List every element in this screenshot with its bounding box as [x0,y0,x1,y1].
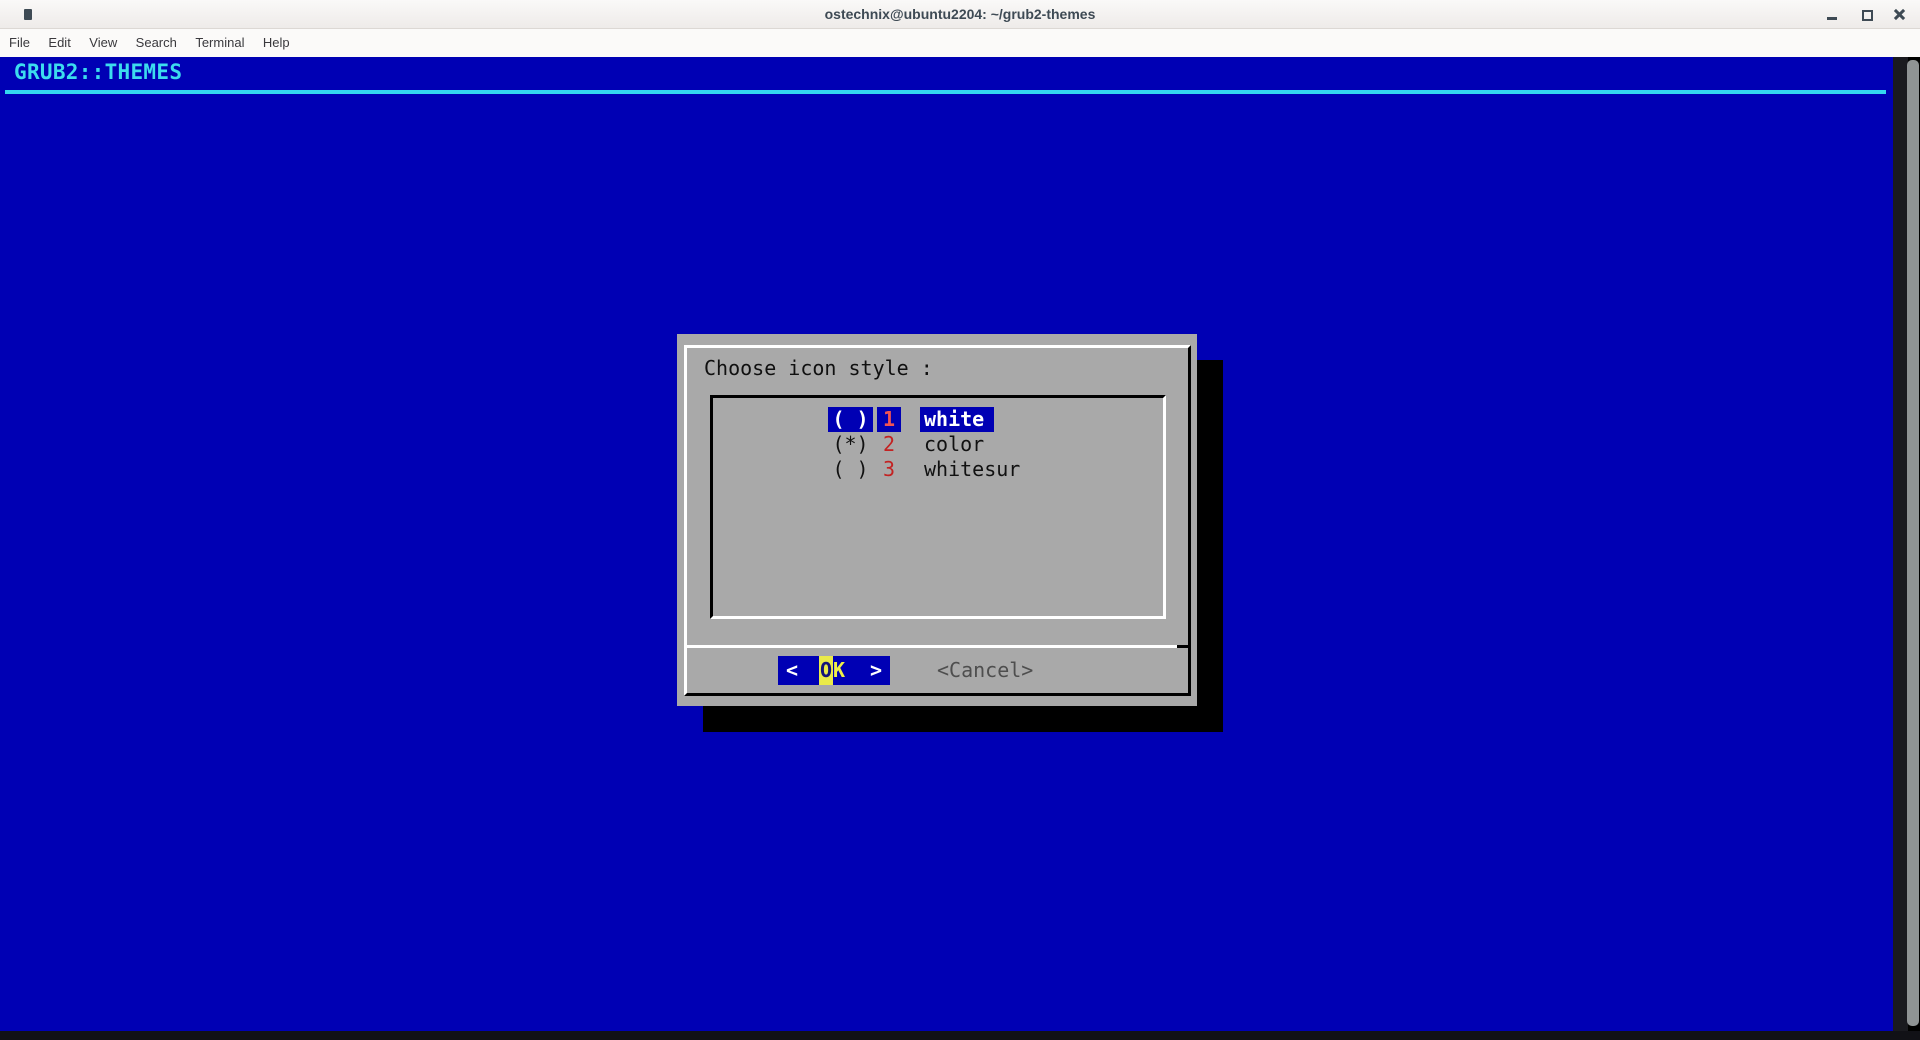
menu-edit[interactable]: Edit [41,29,77,57]
choose-icon-style-dialog: Choose icon style : ( ) 1 white (*) 2 co… [677,334,1197,706]
window-title: ostechnix@ubuntu2204: ~/grub2-themes [824,6,1096,22]
menubar: File Edit View Search Terminal Help [0,29,1920,57]
option-tag: 3 [882,457,896,481]
menu-terminal[interactable]: Terminal [188,29,251,57]
scrollbar-handle[interactable] [1907,60,1919,1026]
option-tag: 1 [877,407,901,432]
grub2-themes-heading: GRUB2::THEMES [14,60,183,84]
ok-button[interactable]: < O K > [778,656,890,685]
separator-cap [1177,645,1191,648]
scrollbar-track[interactable] [1893,57,1908,1031]
dialog-title: Choose icon style : [704,356,933,380]
ok-bracket-left: < [786,658,799,682]
radio-option-whitesur[interactable]: ( ) 3 whitesur [677,457,1197,482]
ok-label-rest: K [833,658,846,682]
menu-view[interactable]: View [82,29,124,57]
option-tag: 2 [882,432,896,456]
ok-bracket-right: > [869,658,882,682]
option-label: white [920,407,994,432]
ok-hotkey-cursor: O [819,656,833,685]
radio-option-white[interactable]: ( ) 1 white [677,407,1197,432]
minimize-icon[interactable] [1827,17,1837,20]
titlebar: ostechnix@ubuntu2204: ~/grub2-themes [0,0,1920,29]
desktop-strip [0,1031,1920,1040]
menu-help[interactable]: Help [256,29,297,57]
menu-file[interactable]: File [2,29,37,57]
radio-indicator[interactable]: ( ) [828,457,873,482]
menu-search[interactable]: Search [129,29,184,57]
maximize-icon[interactable] [1862,10,1873,21]
radio-indicator[interactable]: ( ) [828,407,873,432]
option-label: color [924,432,985,456]
close-icon[interactable] [1893,8,1906,21]
radio-option-color[interactable]: (*) 2 color [677,432,1197,457]
header-rule [5,90,1886,94]
option-label: whitesur [924,457,1021,481]
radio-indicator[interactable]: (*) [828,432,873,457]
button-separator [684,645,1191,648]
cancel-button[interactable]: <Cancel> [937,658,1033,683]
